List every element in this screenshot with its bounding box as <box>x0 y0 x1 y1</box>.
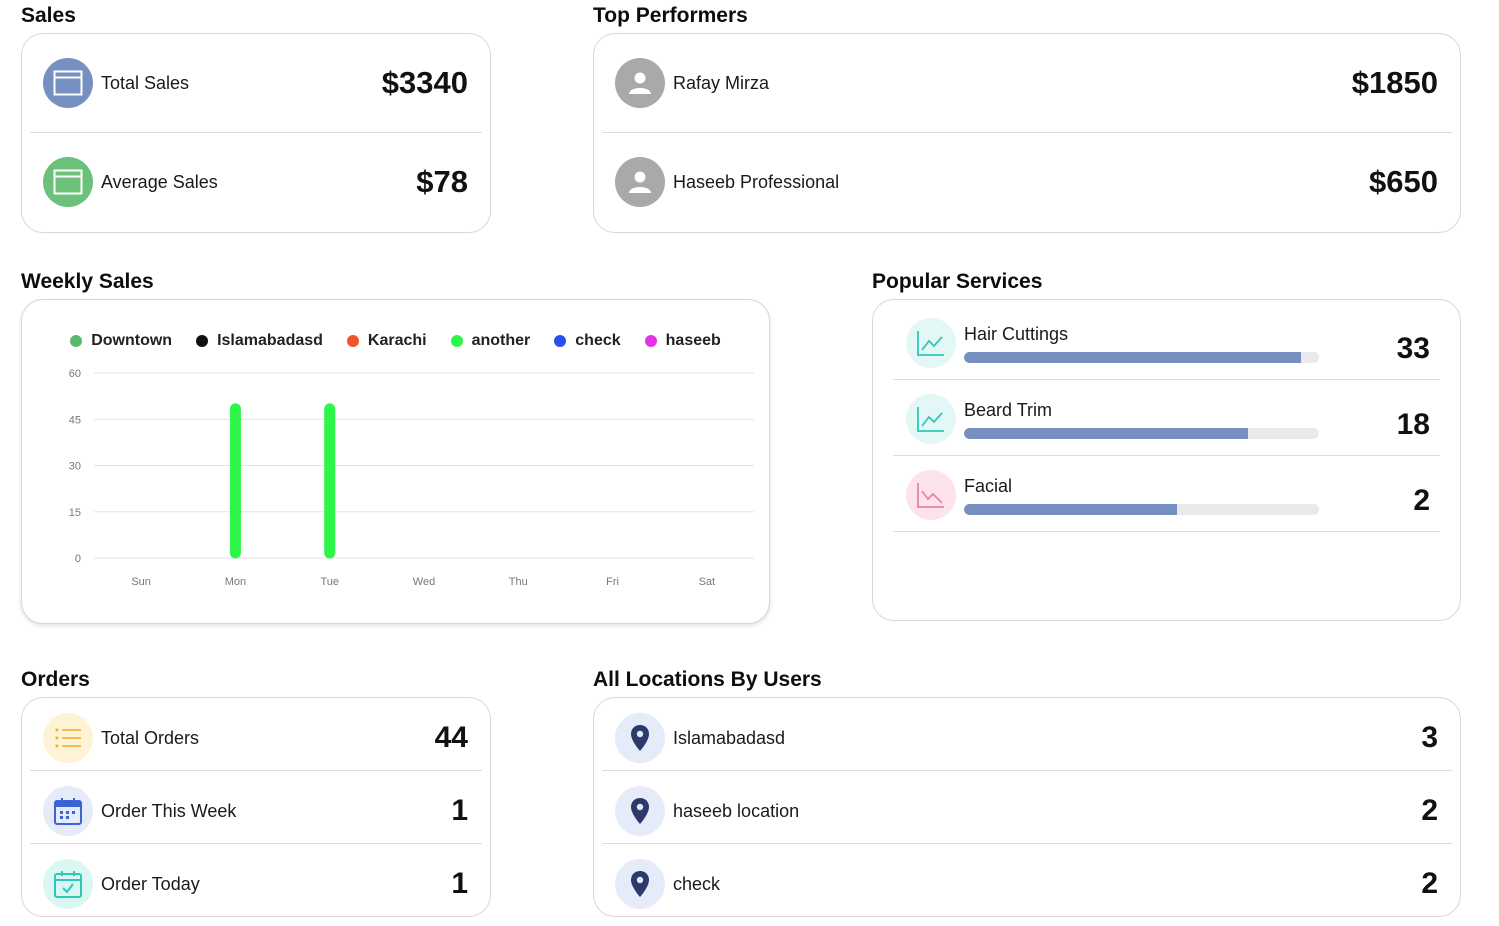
total-sales-row: Total Sales $3340 <box>30 57 482 109</box>
top-performers-card: Rafay Mirza $1850 Haseeb Professional $6… <box>593 33 1461 233</box>
service-progress-fill <box>964 352 1302 363</box>
location-name: Islamabadasd <box>673 727 786 748</box>
service-count: 2 <box>1413 484 1430 517</box>
y-tick-label: 15 <box>69 507 81 519</box>
y-tick-label: 0 <box>75 553 81 565</box>
orders-title: Orders <box>21 668 90 691</box>
orders-card: Total Orders 44 Order This Week 1 Order … <box>21 697 491 917</box>
location-row[interactable]: Islamabadasd 3 <box>602 713 1452 763</box>
window-icon <box>43 157 93 207</box>
service-progress-fill <box>964 428 1248 439</box>
divider <box>602 770 1452 771</box>
x-tick-label: Thu <box>509 576 528 588</box>
performer-value: $650 <box>1369 164 1438 199</box>
total-orders-row: Total Orders 44 <box>30 713 482 763</box>
location-count: 2 <box>1421 867 1438 900</box>
service-count: 33 <box>1396 332 1430 365</box>
service-row[interactable]: Hair Cuttings 33 <box>893 304 1440 380</box>
trend-down-icon <box>906 470 956 520</box>
x-tick-label: Wed <box>413 576 435 588</box>
order-today-label: Order Today <box>101 873 200 894</box>
window-icon <box>43 58 93 108</box>
sales-card: Total Sales $3340 Average Sales $78 <box>21 33 491 233</box>
service-name: Facial <box>964 476 1013 496</box>
location-name: haseeb location <box>673 800 800 821</box>
sales-title: Sales <box>21 4 76 27</box>
divider <box>602 843 1452 844</box>
average-sales-label: Average Sales <box>101 171 218 192</box>
trend-up-icon <box>906 318 956 368</box>
divider <box>602 132 1452 133</box>
x-tick-label: Fri <box>606 576 619 588</box>
service-name: Beard Trim <box>964 400 1053 420</box>
location-pin-icon <box>615 859 665 909</box>
x-tick-label: Mon <box>225 576 246 588</box>
person-icon <box>615 58 665 108</box>
location-row[interactable]: check 2 <box>602 859 1452 909</box>
weekly-sales-card: Downtown Islamabadasd Karachi another ch… <box>21 299 770 624</box>
service-progress-fill <box>964 504 1177 515</box>
order-this-week-label: Order This Week <box>101 800 237 821</box>
total-sales-label: Total Sales <box>101 72 190 93</box>
location-count: 2 <box>1421 794 1438 827</box>
location-count: 3 <box>1421 721 1438 754</box>
order-this-week-row: Order This Week 1 <box>30 786 482 836</box>
weekly-sales-title: Weekly Sales <box>21 270 154 293</box>
y-tick-label: 45 <box>69 414 81 426</box>
service-row[interactable]: Beard Trim 18 <box>893 380 1440 456</box>
performer-row[interactable]: Rafay Mirza $1850 <box>602 57 1452 109</box>
divider <box>30 843 482 844</box>
service-progress <box>964 428 1319 439</box>
locations-card: Islamabadasd 3 haseeb location 2 check 2 <box>593 697 1461 917</box>
service-progress <box>964 352 1319 363</box>
performer-name: Haseeb Professional <box>673 171 840 192</box>
location-name: check <box>673 873 721 894</box>
service-name: Hair Cuttings <box>964 324 1069 344</box>
order-today-value: 1 <box>451 867 468 900</box>
divider <box>30 132 482 133</box>
average-sales-row: Average Sales $78 <box>30 156 482 208</box>
total-orders-value: 44 <box>434 721 468 754</box>
popular-services-title: Popular Services <box>872 270 1043 293</box>
location-row[interactable]: haseeb location 2 <box>602 786 1452 836</box>
location-pin-icon <box>615 713 665 763</box>
divider <box>30 770 482 771</box>
service-row[interactable]: Facial 2 <box>893 456 1440 532</box>
y-tick-label: 60 <box>69 368 81 380</box>
service-count: 18 <box>1396 408 1430 441</box>
total-sales-value: $3340 <box>381 65 468 100</box>
order-today-row: Order Today 1 <box>30 859 482 909</box>
popular-services-card: Hair Cuttings 33 Beard Trim 18 Facial 2 <box>872 299 1461 621</box>
top-performers-title: Top Performers <box>593 4 748 27</box>
service-progress <box>964 504 1319 515</box>
performer-name: Rafay Mirza <box>673 72 770 93</box>
x-tick-label: Sat <box>699 576 716 588</box>
order-this-week-value: 1 <box>451 794 468 827</box>
y-tick-label: 30 <box>69 461 81 473</box>
calendar-check-icon <box>43 859 93 909</box>
location-pin-icon <box>615 786 665 836</box>
weekly-sales-chart: 0 15 30 45 60 Sun Mon Tue Wed Thu Fri Sat <box>69 368 754 588</box>
performer-value: $1850 <box>1351 65 1438 100</box>
trend-up-icon <box>906 394 956 444</box>
total-orders-label: Total Orders <box>101 727 200 748</box>
person-icon <box>615 157 665 207</box>
x-tick-label: Sun <box>131 576 151 588</box>
list-icon <box>43 713 93 763</box>
performer-row[interactable]: Haseeb Professional $650 <box>602 156 1452 208</box>
locations-title: All Locations By Users <box>593 668 822 691</box>
x-tick-label: Tue <box>320 576 339 588</box>
average-sales-value: $78 <box>416 164 468 199</box>
calendar-icon <box>43 786 93 836</box>
